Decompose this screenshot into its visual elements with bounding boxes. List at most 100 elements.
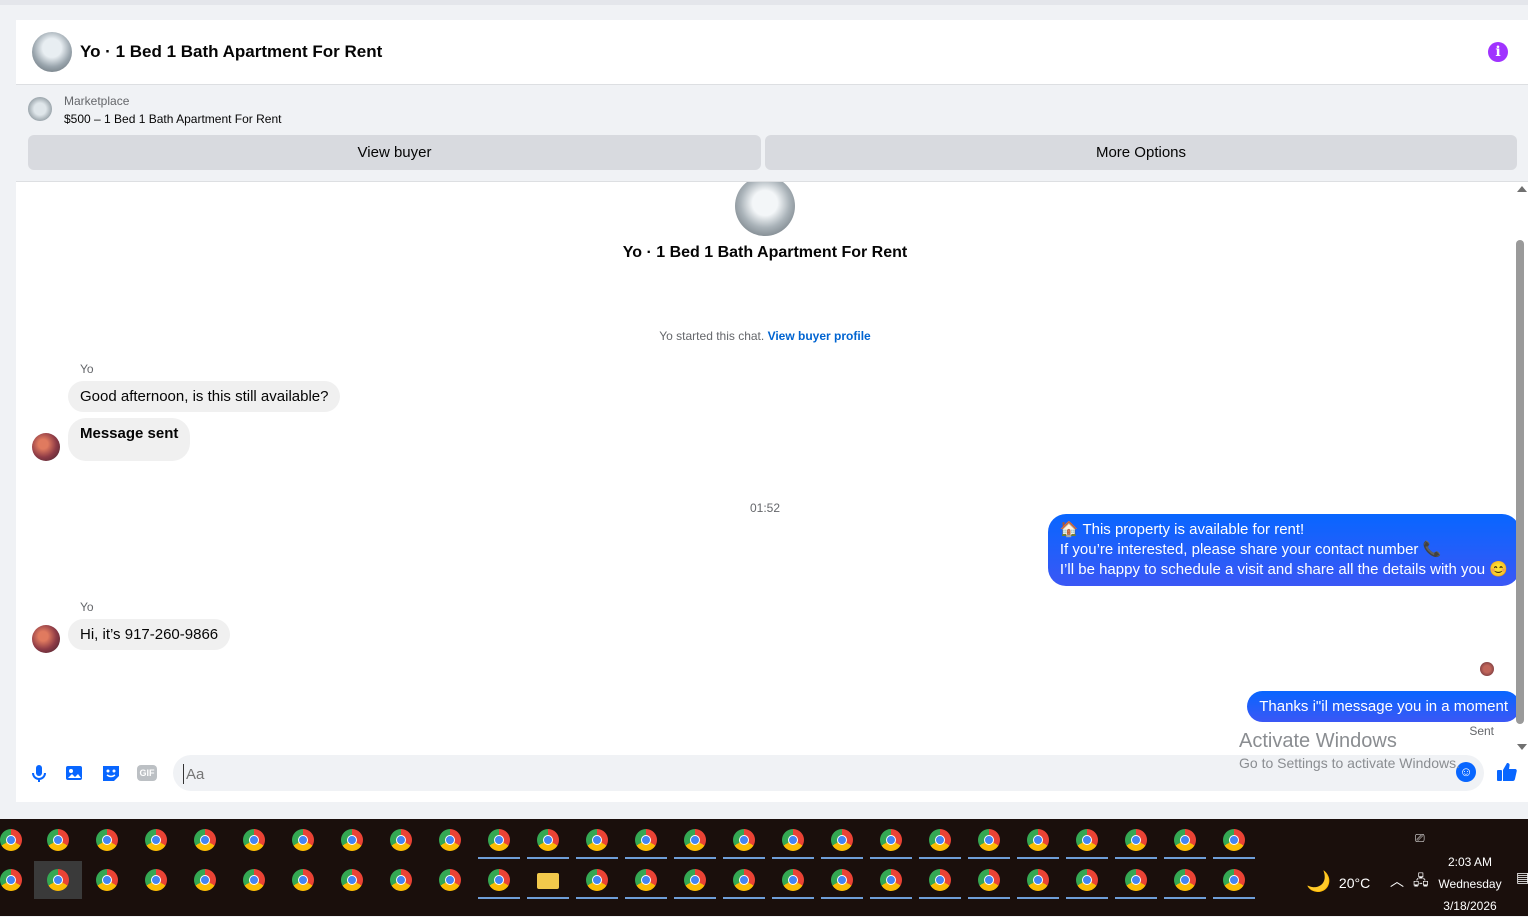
chrome-window-icon[interactable]	[929, 829, 951, 851]
taskbar-open-indicator	[1066, 857, 1108, 859]
chrome-window-icon[interactable]	[684, 869, 706, 891]
marketplace-label: Marketplace	[64, 94, 130, 108]
chrome-window-icon[interactable]	[831, 829, 853, 851]
taskbar-open-indicator	[821, 857, 863, 859]
chrome-window-icon[interactable]	[1174, 869, 1196, 891]
chrome-window-icon[interactable]	[194, 829, 216, 851]
view-buyer-button[interactable]: View buyer	[28, 135, 761, 170]
chrome-window-icon[interactable]	[390, 829, 412, 851]
chrome-window-icon[interactable]	[733, 829, 755, 851]
chrome-window-icon[interactable]	[635, 829, 657, 851]
scroll-up-arrow-icon[interactable]	[1517, 186, 1527, 192]
taskbar-open-indicator	[723, 897, 765, 899]
listing-thumbnail[interactable]	[28, 97, 52, 121]
scroll-down-arrow-icon[interactable]	[1517, 744, 1527, 750]
buyer-avatar[interactable]	[32, 625, 60, 653]
system-clock[interactable]: 2:03 AM Wednesday 3/18/2026	[1432, 851, 1508, 917]
chrome-window-icon[interactable]	[488, 869, 510, 891]
network-icon[interactable]: 🖧	[1413, 870, 1429, 894]
chrome-window-icon[interactable]	[1125, 829, 1147, 851]
chrome-window-icon[interactable]	[1076, 869, 1098, 891]
chrome-window-icon[interactable]	[488, 829, 510, 851]
seen-indicator-avatar	[1480, 662, 1494, 676]
chrome-window-icon[interactable]	[145, 829, 167, 851]
incoming-message[interactable]: Good afternoon, is this still available?	[68, 381, 341, 412]
chrome-window-icon[interactable]	[439, 869, 461, 891]
chrome-window-icon[interactable]	[292, 829, 314, 851]
listing-avatar[interactable]	[32, 32, 72, 72]
chat-scrollbar[interactable]	[1514, 182, 1528, 752]
chrome-window-icon[interactable]	[1223, 829, 1245, 851]
chrome-window-icon[interactable]	[47, 829, 69, 851]
conversation-title[interactable]: Yo · 1 Bed 1 Bath Apartment For Rent	[80, 42, 382, 62]
taskbar-open-indicator	[478, 897, 520, 899]
chrome-window-icon[interactable]	[978, 829, 1000, 851]
outgoing-line: 🏠 This property is available for rent!	[1059, 521, 1305, 538]
chrome-window-icon[interactable]	[390, 869, 412, 891]
weather-widget[interactable]: 🌙 20°C	[1306, 869, 1370, 894]
chrome-window-icon[interactable]	[929, 869, 951, 891]
chrome-window-icon[interactable]	[0, 829, 22, 851]
buyer-avatar[interactable]	[32, 433, 60, 461]
chrome-window-icon[interactable]	[1076, 829, 1098, 851]
like-icon[interactable]	[1494, 760, 1520, 786]
taskbar-open-indicator	[1213, 857, 1255, 859]
microphone-icon[interactable]	[28, 762, 50, 784]
taskbar-open-indicator	[919, 897, 961, 899]
chrome-window-icon[interactable]	[1125, 869, 1147, 891]
chrome-window-icon[interactable]	[782, 829, 804, 851]
notification-icon[interactable]: ▤	[1516, 869, 1528, 886]
chrome-window-icon[interactable]	[243, 829, 265, 851]
chrome-window-icon[interactable]	[586, 829, 608, 851]
chrome-window-icon[interactable]	[341, 869, 363, 891]
image-icon[interactable]	[63, 762, 85, 784]
chrome-window-icon[interactable]	[341, 829, 363, 851]
outgoing-line: If you’re interested, please share your …	[1059, 541, 1442, 558]
incoming-message[interactable]: Hi, it’s 917-260-9866	[68, 619, 231, 650]
chrome-window-icon[interactable]	[684, 829, 706, 851]
outgoing-message[interactable]: 🏠 This property is available for rent! I…	[1047, 514, 1520, 586]
file-explorer-icon[interactable]	[537, 873, 559, 889]
chrome-window-icon[interactable]	[96, 869, 118, 891]
chevron-up-icon[interactable]: ︿	[1390, 871, 1404, 891]
chrome-window-icon[interactable]	[194, 869, 216, 891]
chrome-window-icon[interactable]	[292, 869, 314, 891]
clock-day: Wednesday	[1438, 877, 1502, 891]
taskbar-open-indicator	[1115, 897, 1157, 899]
listing-price-title[interactable]: $500 – 1 Bed 1 Bath Apartment For Rent	[64, 112, 281, 126]
chrome-window-icon[interactable]	[1223, 869, 1245, 891]
chrome-window-icon[interactable]	[880, 829, 902, 851]
chrome-window-icon[interactable]	[1174, 829, 1196, 851]
incoming-message-sent-notice[interactable]: Message sent	[68, 418, 191, 461]
taskbar-open-indicator	[576, 897, 618, 899]
taskbar-open-indicator	[1017, 897, 1059, 899]
outgoing-line: I’ll be happy to schedule a visit and sh…	[1059, 561, 1508, 578]
meet-now-icon[interactable]: ⎚	[1415, 831, 1425, 846]
chrome-window-icon[interactable]	[243, 869, 265, 891]
chrome-window-icon[interactable]	[586, 869, 608, 891]
chrome-window-icon[interactable]	[439, 829, 461, 851]
chrome-window-icon[interactable]	[145, 869, 167, 891]
taskbar-open-indicator	[870, 897, 912, 899]
gif-icon[interactable]: GIF	[137, 765, 157, 781]
chrome-window-icon[interactable]	[978, 869, 1000, 891]
sticker-icon[interactable]	[100, 762, 122, 784]
scroll-thumb[interactable]	[1516, 240, 1524, 724]
moon-icon: 🌙	[1306, 871, 1331, 893]
chrome-window-icon[interactable]	[1027, 869, 1049, 891]
chrome-window-icon[interactable]	[635, 869, 657, 891]
chrome-window-icon[interactable]	[733, 869, 755, 891]
chrome-window-icon[interactable]	[782, 869, 804, 891]
info-icon[interactable]: i	[1488, 42, 1508, 62]
more-options-button[interactable]: More Options	[765, 135, 1517, 170]
view-buyer-profile-link[interactable]: View buyer profile	[768, 329, 871, 343]
outgoing-message[interactable]: Thanks i"il message you in a moment	[1247, 691, 1520, 722]
chrome-window-icon[interactable]	[0, 869, 22, 891]
chrome-window-icon[interactable]	[47, 869, 69, 891]
chrome-window-icon[interactable]	[831, 869, 853, 891]
chrome-window-icon[interactable]	[1027, 829, 1049, 851]
chrome-window-icon[interactable]	[537, 829, 559, 851]
message-thread[interactable]: Yo · 1 Bed 1 Bath Apartment For Rent Yo …	[16, 182, 1528, 752]
chrome-window-icon[interactable]	[880, 869, 902, 891]
chrome-window-icon[interactable]	[96, 829, 118, 851]
